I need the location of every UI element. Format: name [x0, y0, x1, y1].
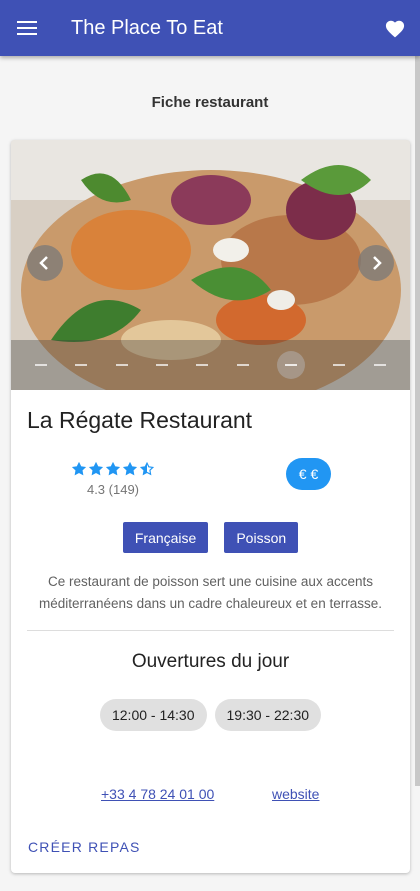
website-link[interactable]: website [272, 786, 319, 802]
star-icon [123, 462, 137, 476]
tag-poisson[interactable]: Poisson [224, 522, 299, 553]
photo-carousel[interactable] [11, 140, 410, 390]
carousel-next-button[interactable] [358, 245, 394, 281]
chevron-left-icon [39, 256, 48, 270]
carousel-indicator[interactable] [236, 364, 249, 366]
rating: 4.3 (149) [71, 462, 155, 497]
carousel-indicator[interactable] [196, 364, 209, 366]
menu-icon[interactable] [0, 0, 54, 56]
create-meal-button[interactable]: CRÉER REPAS [28, 839, 141, 855]
price-badge: € € [286, 458, 331, 490]
carousel-indicator[interactable] [373, 364, 386, 366]
app-bar: The Place To Eat [0, 0, 420, 56]
star-rating [71, 462, 155, 476]
carousel-prev-button[interactable] [27, 245, 63, 281]
star-half-icon [140, 462, 154, 476]
phone-link[interactable]: +33 4 78 24 01 00 [101, 786, 214, 802]
hours-chip: 19:30 - 22:30 [214, 699, 322, 731]
restaurant-name: La Régate Restaurant [27, 407, 253, 433]
heart-icon[interactable] [370, 0, 420, 56]
carousel-indicator[interactable] [75, 364, 88, 366]
star-icon [89, 462, 103, 476]
divider [27, 630, 394, 631]
star-icon [72, 462, 86, 476]
star-icon [106, 462, 120, 476]
restaurant-card: La Régate Restaurant 4.3 (149) € € Franç… [11, 140, 410, 873]
page-title: Fiche restaurant [151, 94, 269, 111]
carousel-indicator[interactable] [115, 364, 128, 366]
carousel-indicator[interactable] [333, 364, 346, 366]
chevron-right-icon [373, 256, 382, 270]
carousel-indicator[interactable] [156, 364, 169, 366]
hours-chip: 12:00 - 14:30 [99, 699, 207, 731]
hours-title: Ouvertures du jour [131, 651, 290, 672]
carousel-indicator[interactable] [35, 364, 48, 366]
tag-francaise[interactable]: Française [122, 522, 209, 553]
scrollbar[interactable] [415, 56, 420, 786]
opening-hours: 12:00 - 14:30 19:30 - 22:30 [11, 699, 410, 731]
restaurant-description: Ce restaurant de poisson sert une cuisin… [39, 574, 382, 611]
carousel-indicator[interactable] [277, 351, 306, 379]
carousel-indicators [11, 340, 410, 390]
app-title: The Place To Eat [71, 16, 223, 39]
cuisine-tags: Française Poisson [11, 522, 410, 553]
rating-text: 4.3 (149) [86, 482, 140, 497]
